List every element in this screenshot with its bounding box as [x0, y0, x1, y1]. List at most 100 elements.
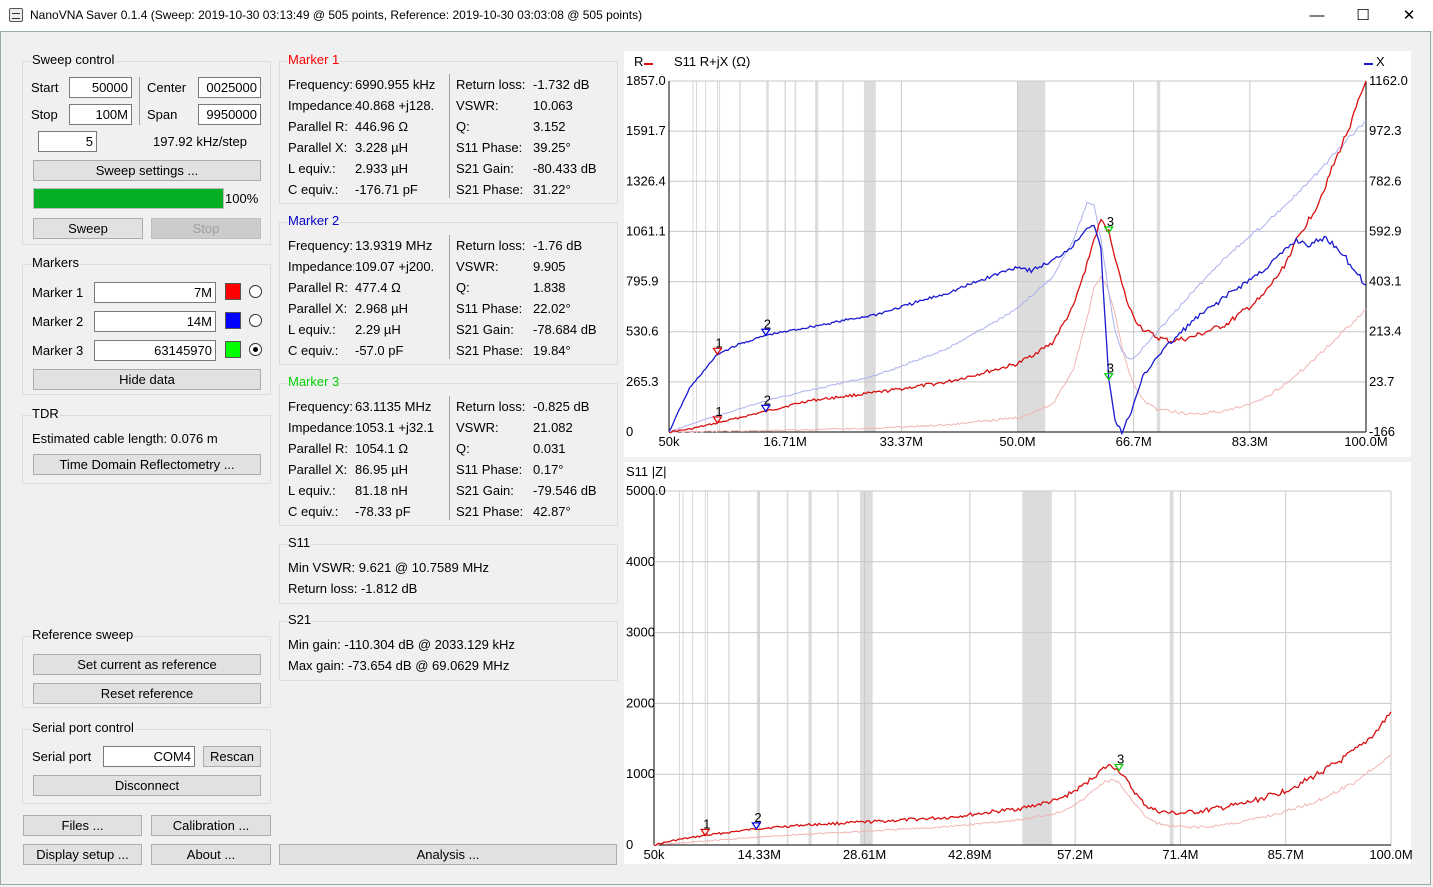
- sweep-button[interactable]: Sweep: [33, 218, 143, 239]
- marker-field-label: Impedance:: [288, 98, 354, 113]
- sweep-control-title: Sweep control: [31, 52, 116, 67]
- x-tick-label: 42.89M: [948, 847, 991, 862]
- marker-3-input[interactable]: 63145970: [94, 340, 216, 361]
- marker-field-value: 10.063: [533, 98, 573, 113]
- start-label: Start: [31, 80, 59, 95]
- span-input[interactable]: 9950000: [198, 104, 261, 125]
- marker-field-value: 109.07 +j200.: [355, 259, 435, 274]
- x-tick-label: 50.0M: [999, 434, 1035, 449]
- y-right-tick-label: 403.1: [1369, 274, 1402, 289]
- y-tick-label: 1857.0: [626, 73, 666, 88]
- y-tick-label: 3000: [626, 625, 655, 640]
- impedance-chart-svg: S11 |Z| 50k 14.33M 28.61M 42.89M 57.2M 71.4M 85…: [626, 464, 1413, 862]
- marker-field-value: 39.25°: [533, 140, 571, 155]
- marker-field-value: 3.228 µH: [355, 140, 409, 155]
- marker-field-label: L equiv.:: [288, 161, 336, 176]
- marker-field-label: Impedance:: [288, 259, 354, 274]
- marker-field-label: Parallel X:: [288, 301, 348, 316]
- rescan-button[interactable]: Rescan: [203, 746, 261, 767]
- marker-field-value: 21.082: [533, 420, 573, 435]
- segments-input[interactable]: 5: [38, 131, 97, 152]
- y-right-tick-label: 592.9: [1369, 223, 1402, 238]
- sweep-settings-button[interactable]: Sweep settings ...: [33, 160, 261, 181]
- marker-field-value: 477.4 Ω: [355, 280, 401, 295]
- band-shade: [728, 491, 730, 845]
- maximize-button[interactable]: ☐: [1340, 0, 1386, 31]
- y-tick-label: 530.6: [626, 324, 659, 339]
- step-size-text: 197.92 kHz/step: [153, 134, 247, 149]
- serial-port-input[interactable]: COM4: [103, 746, 195, 767]
- marker-1-color-button[interactable]: [225, 283, 241, 300]
- app-icon: [9, 8, 23, 22]
- legend-r-label: R: [634, 54, 643, 69]
- marker-data-divider: [449, 74, 450, 198]
- y-tick-label: 1000: [626, 766, 655, 781]
- marker-field-label: Frequency:: [288, 238, 354, 253]
- band-shade: [1022, 491, 1052, 845]
- y-tick-label: 1591.7: [626, 123, 666, 138]
- y-tick-label: 0: [626, 837, 633, 852]
- x-tick-label: 28.61M: [843, 847, 886, 862]
- stop-button[interactable]: Stop: [151, 218, 261, 239]
- marker-2-color-button[interactable]: [225, 312, 241, 329]
- start-input[interactable]: 50000: [69, 77, 132, 98]
- marker-field-value: 1053.1 +j32.1: [355, 420, 435, 435]
- center-input[interactable]: 0025000: [198, 77, 261, 98]
- marker-3-radio[interactable]: [249, 343, 262, 356]
- marker-field-value: 0.17°: [533, 462, 564, 477]
- y-right-tick-label: 782.6: [1369, 173, 1402, 188]
- marker-field-value: 86.95 µH: [355, 462, 409, 477]
- set-reference-button[interactable]: Set current as reference: [33, 654, 261, 675]
- calibration-button[interactable]: Calibration ...: [151, 815, 271, 836]
- about-button[interactable]: About ...: [151, 844, 271, 865]
- marker-2-radio[interactable]: [249, 314, 262, 327]
- marker-3-color-button[interactable]: [225, 341, 241, 358]
- minimize-button[interactable]: —: [1294, 0, 1340, 31]
- marker-field-value: 40.868 +j128.: [355, 98, 435, 113]
- marker-field-value: 13.9319 MHz: [355, 238, 433, 253]
- marker-field-value: 63.1135 MHz: [355, 399, 432, 414]
- marker-1-input[interactable]: 7M: [94, 282, 216, 303]
- cable-length-text: Estimated cable length: 0.076 m: [32, 431, 218, 446]
- rjx-chart[interactable]: R S11 R+jX (Ω) X 50k 16.71M 33.37M 50.0M 66.7M 8…: [624, 51, 1411, 457]
- hide-data-button[interactable]: Hide data: [33, 369, 261, 390]
- marker-3-number: 3: [1117, 751, 1124, 766]
- y-right-tick-label: 972.3: [1369, 123, 1402, 138]
- marker-field-value: 19.84°: [533, 343, 571, 358]
- marker-2-data-title: Marker 2: [287, 213, 341, 228]
- reset-reference-button[interactable]: Reset reference: [33, 683, 261, 704]
- s21-summary-title: S21: [287, 612, 313, 627]
- marker-field-value: -78.33 pF: [355, 504, 411, 519]
- marker-field-value: -57.0 pF: [355, 343, 404, 358]
- y-tick-label: 2000: [626, 695, 655, 710]
- legend-x-label: X: [1376, 54, 1385, 69]
- stop-label: Stop: [31, 107, 58, 122]
- x-tick-label: 83.3M: [1232, 434, 1268, 449]
- close-button[interactable]: ✕: [1386, 0, 1432, 31]
- marker-field-value: 6990.955 kHz: [355, 77, 436, 92]
- marker-1-number: 1: [715, 335, 722, 350]
- marker-field-value: 2.968 µH: [355, 301, 409, 316]
- marker-2-number: 2: [754, 810, 761, 825]
- marker-field-label: Parallel R:: [288, 441, 348, 456]
- band-shade: [815, 81, 819, 432]
- impedance-magnitude-chart[interactable]: S11 |Z| 50k 14.33M 28.61M 42.89M 57.2M 71.4M 85…: [624, 462, 1413, 864]
- sweep-progress-fill: [34, 189, 223, 208]
- stop-input[interactable]: 100M: [69, 104, 132, 125]
- display-setup-button[interactable]: Display setup ...: [23, 844, 142, 865]
- y-right-tick-label: -166: [1369, 424, 1395, 439]
- band-shade: [1156, 81, 1161, 432]
- files-button[interactable]: Files ...: [23, 815, 142, 836]
- marker-1-number: 1: [703, 816, 710, 831]
- analysis-button[interactable]: Analysis ...: [279, 844, 617, 865]
- marker-1-radio[interactable]: [249, 285, 262, 298]
- y-tick-label: 1061.1: [626, 223, 666, 238]
- marker-field-value: 1.838: [533, 280, 566, 295]
- marker-2-input[interactable]: 14M: [94, 311, 216, 332]
- marker-field-value: 9.905: [533, 259, 566, 274]
- marker-field-value: 2.933 µH: [355, 161, 409, 176]
- x-tick-label: 33.37M: [880, 434, 923, 449]
- y-right-tick-label: 23.7: [1369, 374, 1394, 389]
- tdr-button[interactable]: Time Domain Reflectometry ...: [33, 454, 261, 475]
- disconnect-button[interactable]: Disconnect: [33, 775, 261, 796]
